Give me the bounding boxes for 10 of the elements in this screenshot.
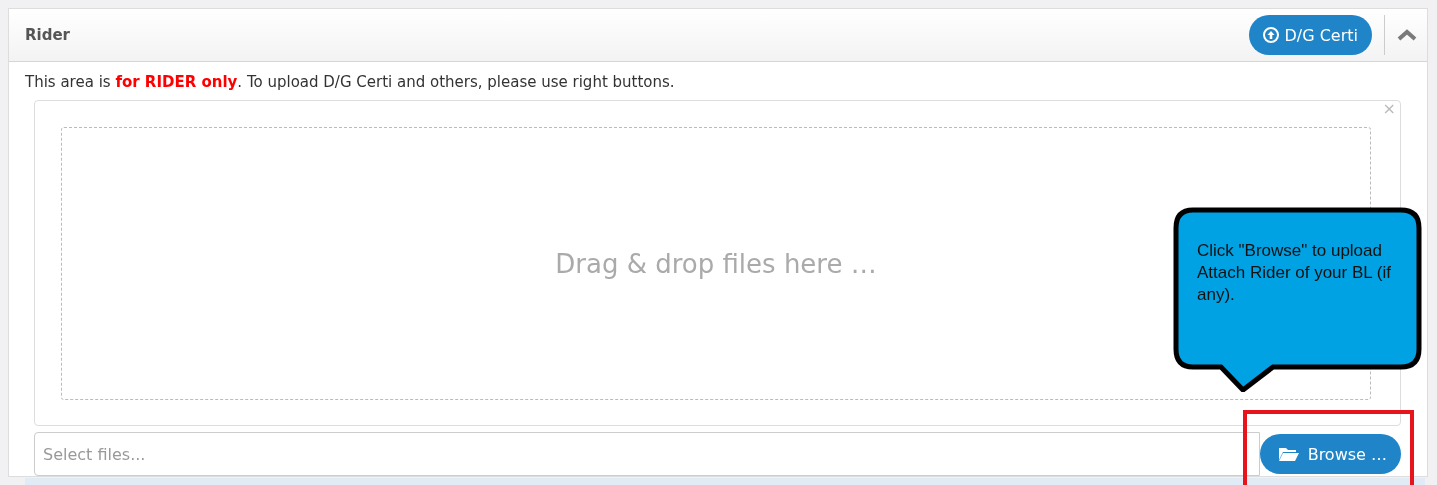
notice-text: This area is for RIDER only. To upload D/G Certi and others, please use right buttons. bbox=[25, 72, 676, 92]
upload-button[interactable]: D/G Certi bbox=[1249, 15, 1372, 55]
drop-hint: Drag & drop files here … bbox=[555, 248, 877, 279]
file-input-field[interactable]: Select files... bbox=[34, 432, 1260, 476]
callout-text: Click "Browse" to upload Attach Rider of your BL (if any). bbox=[1197, 240, 1392, 306]
upload-icon bbox=[1263, 27, 1280, 43]
panel-title: Rider bbox=[25, 26, 71, 44]
browse-button[interactable]: Browse … bbox=[1259, 434, 1401, 474]
chevron-up-icon bbox=[1397, 29, 1417, 41]
folder-icon bbox=[1277, 446, 1300, 462]
